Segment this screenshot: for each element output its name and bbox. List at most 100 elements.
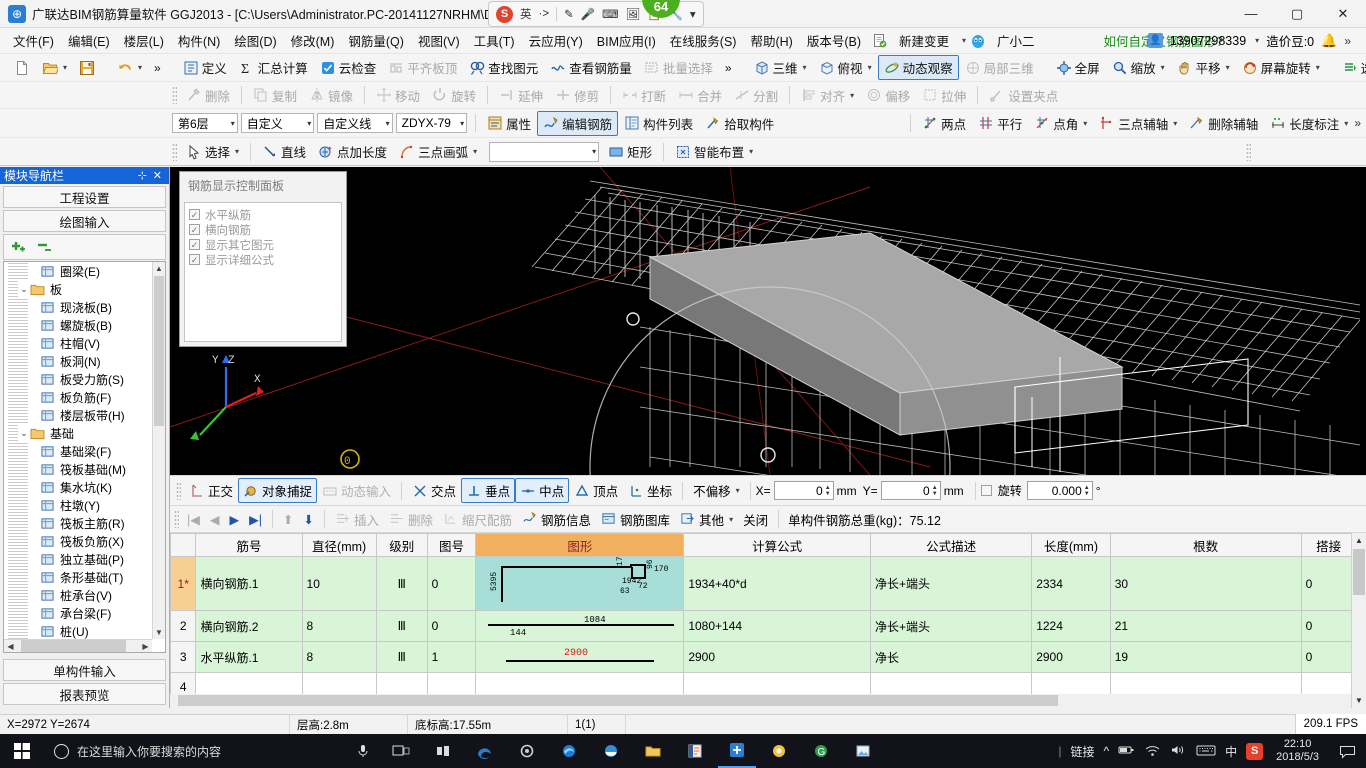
tree-item-17[interactable]: 独立基础(P) — [4, 550, 152, 568]
edge-legacy-icon[interactable] — [466, 734, 504, 768]
cell-length[interactable]: 1224 — [1031, 610, 1111, 642]
report-preview-button[interactable]: 报表预览 — [3, 683, 166, 705]
tree-scroll-right-icon[interactable]: ▶ — [139, 640, 152, 652]
drawing-input-button[interactable]: 绘图输入 — [3, 210, 166, 232]
tree-item-1[interactable]: 圈梁(E) — [4, 262, 152, 280]
edge-icon[interactable] — [550, 734, 588, 768]
new-file-button[interactable] — [8, 57, 36, 79]
menu-modify[interactable]: 修改(M) — [284, 28, 342, 53]
smart-layout-button[interactable]: 智能布置 ▾ — [669, 139, 759, 164]
tray-wifi-icon[interactable] — [1144, 743, 1161, 760]
find-element-button[interactable]: 查找图元 — [463, 55, 544, 80]
tray-link-label[interactable]: 链接 — [1071, 743, 1095, 760]
tree-hscroll-thumb[interactable] — [21, 640, 126, 652]
define-button[interactable]: 定义 — [177, 55, 233, 80]
orbit-button[interactable]: 动态观察 — [877, 55, 959, 80]
tree-item-7[interactable]: 板受力筋(S) — [4, 370, 152, 388]
member-caret-icon[interactable]: ▾ — [454, 119, 464, 128]
cloud-check-button[interactable]: 云检查 — [314, 55, 383, 80]
cell-grade[interactable]: Ⅲ — [375, 610, 428, 642]
cell-desc[interactable]: 净长+端头 — [869, 610, 1033, 642]
rotate-input[interactable]: 0.000 ▲ ▼ — [1026, 481, 1093, 500]
cell-count[interactable]: 19 — [1109, 641, 1302, 673]
snap-intersection-toggle[interactable]: 交点 — [407, 478, 461, 503]
rectangle-tool-button[interactable]: 矩形 — [602, 139, 658, 164]
cell-pattern-no[interactable]: 1 — [426, 641, 477, 673]
header-diameter[interactable]: 直径(mm) — [301, 533, 377, 557]
top-view-caret-icon[interactable]: ▾ — [868, 63, 872, 72]
cell-length[interactable]: 2334 — [1031, 556, 1111, 611]
close-table-button[interactable]: 关闭 — [738, 508, 773, 531]
cell-diameter[interactable]: 8 — [301, 641, 377, 673]
tree-item-4[interactable]: 螺旋板(B) — [4, 316, 152, 334]
header-count[interactable]: 根数 — [1109, 533, 1302, 557]
guang-xiao-er-button[interactable]: 广小二 — [990, 28, 1042, 53]
ie-icon[interactable] — [592, 734, 630, 768]
tree-scroll-left-icon[interactable]: ◀ — [4, 640, 17, 652]
two-point-axis-button[interactable]: 两点 — [916, 111, 972, 136]
cell-length[interactable]: 2900 — [1031, 641, 1111, 673]
draw-toolbar-gripper-right[interactable] — [1246, 142, 1251, 161]
taskbar-clock[interactable]: 22:10 2018/5/3 — [1272, 738, 1323, 764]
tree-horizontal-scrollbar[interactable]: ◀ ▶ — [4, 639, 152, 652]
cell-shape[interactable]: 2900 — [475, 641, 685, 673]
next-record-button[interactable]: ▶ — [225, 510, 245, 529]
rebar-option-show-others[interactable]: ✓ 显示其它图元 — [189, 237, 341, 252]
x-input[interactable]: 0 ▲ ▼ — [773, 481, 834, 500]
photos-icon[interactable] — [844, 734, 882, 768]
menu-bim-app[interactable]: BIM应用(I) — [590, 28, 663, 53]
fullscreen-button[interactable]: 全屏 — [1050, 55, 1106, 80]
cortana-icon[interactable] — [508, 734, 546, 768]
x-spinner[interactable]: ▲ ▼ — [825, 485, 831, 497]
checkbox-show-formula[interactable]: ✓ — [189, 254, 200, 265]
task-view-icon[interactable] — [382, 734, 420, 768]
tree-item-8[interactable]: 板负筋(F) — [4, 388, 152, 406]
app-g-icon[interactable]: G — [802, 734, 840, 768]
local-3d-button[interactable]: 局部三维 — [959, 55, 1040, 80]
rotate-checkbox[interactable] — [980, 485, 992, 496]
header-shape[interactable]: 图形 — [475, 533, 685, 557]
rebar-display-control-panel[interactable]: 钢筋显示控制面板 ✓ 水平纵筋 ✓ 横向钢筋 ✓ 显示其它图元 ✓ 显示详细公式 — [179, 171, 347, 347]
tree-scroll-up-icon[interactable]: ▲ — [153, 262, 165, 275]
cell-lap[interactable]: 0 — [1300, 641, 1357, 673]
move-up-button[interactable]: ⬆ — [278, 510, 298, 529]
arc-caret-icon[interactable]: ▾ — [473, 147, 477, 156]
type-caret-icon[interactable]: ▾ — [380, 119, 390, 128]
view-rebar-qty-button[interactable]: 查看钢筋量 — [544, 55, 638, 80]
menu-file[interactable]: 文件(F) — [6, 28, 61, 53]
insert-row-button[interactable]: 插入 — [330, 508, 384, 531]
menu-rebar-qty[interactable]: 钢筋量(Q) — [341, 28, 411, 53]
rebar-library-button[interactable]: 钢筋图库 — [596, 508, 675, 531]
cell-count[interactable]: 21 — [1109, 610, 1302, 642]
view-3d-button[interactable]: 三维 ▾ — [748, 55, 813, 80]
tree-item-10[interactable]: ⌄ 基础 — [4, 424, 152, 442]
cell-desc[interactable]: 净长+端头 — [869, 556, 1033, 611]
tree-scroll-thumb[interactable] — [154, 276, 164, 426]
tree-collapse-icon[interactable]: ⌄ — [18, 428, 30, 439]
project-settings-button[interactable]: 工程设置 — [3, 186, 166, 208]
header-desc[interactable]: 公式描述 — [869, 533, 1033, 557]
draw-mode-caret-icon[interactable]: ▾ — [586, 147, 596, 156]
offset-mode-select[interactable]: 不偏移 ▾ — [688, 478, 745, 503]
menu-floor[interactable]: 楼层(L) — [117, 28, 171, 53]
stretch-button[interactable]: 拉伸 — [916, 83, 972, 108]
length-dim-caret-icon[interactable]: ▾ — [1344, 119, 1348, 128]
pan-caret-icon[interactable]: ▾ — [1226, 63, 1230, 72]
select-tool-button[interactable]: 选择 ▾ — [180, 139, 245, 164]
pick-member-button[interactable]: 拾取构件 — [699, 111, 780, 136]
cell-diameter[interactable]: 10 — [301, 556, 377, 611]
ime-image-icon[interactable]: 🖼 — [626, 7, 641, 21]
view-3d-caret-icon[interactable]: ▾ — [803, 63, 807, 72]
cell-grade[interactable]: Ⅲ — [375, 556, 428, 611]
cell-shape[interactable]: 5395 177 96 170 1942 63 72 — [475, 551, 685, 611]
point-angle-caret-icon[interactable]: ▾ — [1083, 119, 1087, 128]
cell-rebar-name[interactable]: 水平纵筋.1 — [195, 641, 303, 673]
header-formula[interactable]: 计算公式 — [683, 533, 871, 557]
tree-item-19[interactable]: 桩承台(V) — [4, 586, 152, 604]
delete-row-button[interactable]: 删除 — [384, 508, 438, 531]
notification-center-icon[interactable] — [1332, 734, 1362, 768]
tree-item-16[interactable]: 筏板负筋(X) — [4, 532, 152, 550]
prev-record-button[interactable]: ◀ — [205, 510, 225, 529]
rebar-option-show-formula[interactable]: ✓ 显示详细公式 — [189, 252, 341, 267]
zoom-caret-icon[interactable]: ▾ — [1161, 63, 1165, 72]
